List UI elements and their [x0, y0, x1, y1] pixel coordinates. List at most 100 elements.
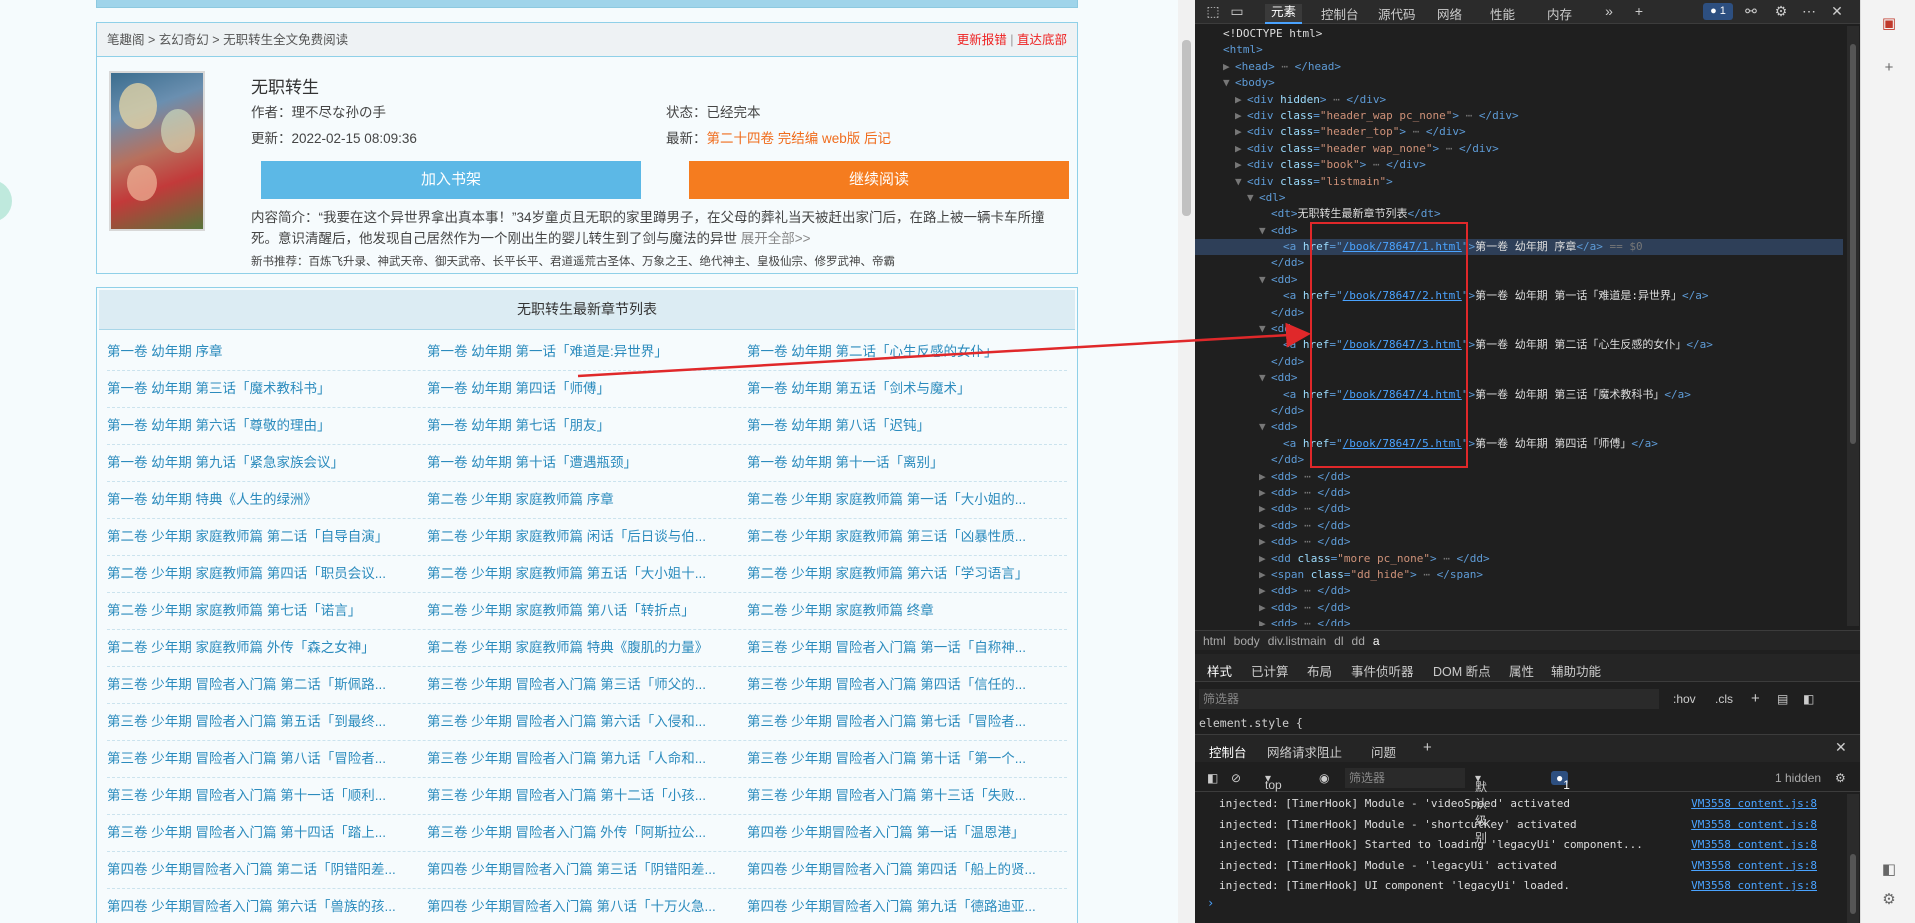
chapter-link[interactable]: 第一卷 幼年期 第五话「剑术与魔术」: [747, 371, 1067, 407]
drawer-add-icon[interactable]: +: [1423, 739, 1432, 756]
expand-caret-icon[interactable]: ▶: [1259, 501, 1271, 517]
dom-node[interactable]: ▼ <dd>: [1195, 223, 1843, 239]
chapter-link[interactable]: 第三卷 少年期 冒险者入门篇 外传「阿斯拉公...: [427, 815, 747, 851]
device-toolbar-icon[interactable]: ▭: [1229, 3, 1245, 19]
console-settings-icon[interactable]: ⚙: [1835, 771, 1846, 785]
dom-node[interactable]: </dd>: [1195, 403, 1843, 419]
chapter-link[interactable]: 第三卷 少年期 冒险者入门篇 第一话「自称神...: [747, 630, 1067, 666]
floating-widget[interactable]: [0, 180, 12, 222]
new-rule-icon[interactable]: +: [1751, 686, 1760, 712]
tab-network[interactable]: 网络: [1437, 4, 1462, 23]
chapter-link[interactable]: 第二卷 少年期 家庭教师篇 第六话「学习语言」: [747, 556, 1067, 592]
breadcrumb-category[interactable]: 玄幻奇幻: [159, 33, 209, 47]
expand-caret-icon[interactable]: ▶: [1235, 108, 1247, 124]
chapter-link[interactable]: 第三卷 少年期 冒险者入门篇 第四话「信任的...: [747, 667, 1067, 703]
expand-caret-icon[interactable]: ▼: [1223, 75, 1235, 91]
dom-node[interactable]: <html>: [1195, 42, 1843, 58]
chapter-link[interactable]: 第一卷 幼年期 第二话「心生反感的女仆」: [747, 334, 1067, 370]
dom-node[interactable]: </dd>: [1195, 452, 1843, 468]
dom-node[interactable]: ▶ <span class="dd_hide"> ⋯ </span>: [1195, 567, 1843, 583]
console-sidebar-icon[interactable]: ◧: [1207, 771, 1218, 785]
live-expression-icon[interactable]: ◉: [1319, 771, 1329, 785]
console-source-link[interactable]: VM3558 content.js:8: [1691, 835, 1817, 856]
chapter-link[interactable]: 第四卷 少年期冒险者入门篇 第八话「十万火急...: [427, 889, 747, 923]
expand-caret-icon[interactable]: ▶: [1259, 616, 1271, 626]
dom-crumb[interactable]: dd: [1352, 634, 1365, 648]
dom-node[interactable]: </dd>: [1195, 354, 1843, 370]
tab-event-listeners[interactable]: 事件侦听器: [1351, 661, 1414, 680]
log-level-select[interactable]: 默认级别 ▾: [1475, 771, 1487, 845]
context-select[interactable]: top ▾: [1265, 771, 1282, 792]
chapter-link[interactable]: 第二卷 少年期 家庭教师篇 第五话「大小姐十...: [427, 556, 747, 592]
dom-node[interactable]: ▶ <dd> ⋯ </dd>: [1195, 469, 1843, 485]
dom-node[interactable]: ▼ <dd>: [1195, 272, 1843, 288]
chapter-link[interactable]: 第一卷 幼年期 序章: [107, 334, 427, 370]
dom-node[interactable]: ▶ <dd> ⋯ </dd>: [1195, 518, 1843, 534]
chapter-link[interactable]: 第一卷 幼年期 第三话「魔术教科书」: [107, 371, 427, 407]
dom-node[interactable]: ▼ <dl>: [1195, 190, 1843, 206]
dom-crumb[interactable]: dl: [1334, 634, 1343, 648]
chapter-link[interactable]: 第二卷 少年期 家庭教师篇 第三话「凶暴性质...: [747, 519, 1067, 555]
expand-caret-icon[interactable]: ▶: [1259, 518, 1271, 534]
expand-caret-icon[interactable]: ▶: [1259, 551, 1271, 567]
dom-crumb[interactable]: a: [1373, 634, 1380, 648]
chapter-link[interactable]: 第二卷 少年期 家庭教师篇 第四话「职员会议...: [107, 556, 427, 592]
dom-node[interactable]: ▶ <div class="header_top"> ⋯ </div>: [1195, 124, 1843, 140]
breadcrumb-home[interactable]: 笔趣阁: [107, 33, 145, 47]
console-source-link[interactable]: VM3558 content.js:8: [1691, 815, 1817, 836]
dom-node[interactable]: ▶ <dd> ⋯ </dd>: [1195, 583, 1843, 599]
expand-caret-icon[interactable]: ▼: [1259, 223, 1271, 239]
chapter-link[interactable]: 第一卷 幼年期 第十一话「离别」: [747, 445, 1067, 481]
latest-chapter-link[interactable]: 第二十四卷 完结编 web版 后记: [707, 131, 892, 146]
tab-console[interactable]: 控制台: [1321, 4, 1359, 23]
continue-reading-button[interactable]: 继续阅读: [689, 161, 1069, 199]
console-prompt[interactable]: ›: [1207, 896, 1214, 910]
expand-caret-icon[interactable]: ▶: [1235, 92, 1247, 108]
expand-caret-icon[interactable]: ▶: [1235, 124, 1247, 140]
element-style-rule[interactable]: element.style {: [1199, 716, 1303, 730]
dom-node[interactable]: ▼ <dd>: [1195, 370, 1843, 386]
chapter-link[interactable]: 第四卷 少年期冒险者入门篇 第三话「阴错阳差...: [427, 852, 747, 888]
chapter-link[interactable]: 第三卷 少年期 冒险者入门篇 第五话「到最终...: [107, 704, 427, 740]
chapter-link[interactable]: 第三卷 少年期 冒险者入门篇 第十三话「失败...: [747, 778, 1067, 814]
toolbox-icon[interactable]: ▣: [1879, 14, 1899, 34]
close-devtools-icon[interactable]: ✕: [1829, 3, 1845, 19]
chapter-link[interactable]: 第二卷 少年期 家庭教师篇 第二话「自导自演」: [107, 519, 427, 555]
report-error-link[interactable]: 更新报错: [957, 33, 1007, 47]
tab-layout[interactable]: 布局: [1307, 661, 1332, 680]
chapter-link[interactable]: 第二卷 少年期 家庭教师篇 第八话「转折点」: [427, 593, 747, 629]
chapter-link[interactable]: 第四卷 少年期冒险者入门篇 第二话「阴错阳差...: [107, 852, 427, 888]
dom-node[interactable]: <a href="/book/78647/4.html">第一卷 幼年期 第三话…: [1195, 387, 1843, 403]
expand-caret-icon[interactable]: ▶: [1259, 567, 1271, 583]
more-tabs-icon[interactable]: »: [1601, 3, 1617, 19]
tab-properties[interactable]: 属性: [1509, 661, 1534, 680]
dom-node[interactable]: ▶ <div class="header wap_none"> ⋯ </div>: [1195, 141, 1843, 157]
color-format-icon[interactable]: ▤: [1777, 686, 1788, 712]
dom-node[interactable]: ▶ <head> ⋯ </head>: [1195, 59, 1843, 75]
book-cover[interactable]: [109, 71, 205, 231]
chapter-link[interactable]: 第三卷 少年期 冒险者入门篇 第二话「斯佩路...: [107, 667, 427, 703]
dom-node[interactable]: <a href="/book/78647/5.html">第一卷 幼年期 第四话…: [1195, 436, 1843, 452]
expand-caret-icon[interactable]: ▼: [1235, 174, 1247, 190]
page-scrollbar[interactable]: [1178, 0, 1195, 923]
dom-scrollbar[interactable]: [1847, 26, 1859, 626]
dom-node[interactable]: <dt>无职转生最新章节列表</dt>: [1195, 206, 1843, 222]
expand-intro-link[interactable]: 展开全部>>: [741, 231, 811, 246]
settings-icon[interactable]: ⚙: [1773, 3, 1789, 19]
page-scrollbar-thumb[interactable]: [1182, 40, 1191, 216]
dom-node[interactable]: </dd>: [1195, 255, 1843, 271]
dom-tree[interactable]: <!DOCTYPE html> <html> ▶ <head> ⋯ </head> ▼ <…: [1195, 26, 1843, 626]
dom-node[interactable]: ▶ <div hidden> ⋯ </div>: [1195, 92, 1843, 108]
chapter-link[interactable]: 第一卷 幼年期 第七话「朋友」: [427, 408, 747, 444]
console-scrollbar[interactable]: [1847, 794, 1859, 923]
chapter-link[interactable]: 第二卷 少年期 家庭教师篇 特典《腹肌的力量》: [427, 630, 747, 666]
expand-caret-icon[interactable]: ▶: [1259, 600, 1271, 616]
chapter-link[interactable]: 第三卷 少年期 冒险者入门篇 第十四话「踏上...: [107, 815, 427, 851]
dom-node[interactable]: ▶ <dd class="more pc_none"> ⋯ </dd>: [1195, 551, 1843, 567]
chapter-link[interactable]: 第二卷 少年期 家庭教师篇 闲话「后日谈与伯...: [427, 519, 747, 555]
dom-node[interactable]: ▶ <div class="header_wap pc_none"> ⋯ </di…: [1195, 108, 1843, 124]
chapter-link[interactable]: 第三卷 少年期 冒险者入门篇 第十话「第一个...: [747, 741, 1067, 777]
dom-crumb[interactable]: div.listmain: [1268, 634, 1326, 648]
chapter-link[interactable]: 第一卷 幼年期 第一话「难道是:异世界」: [427, 334, 747, 370]
chapter-link[interactable]: 第三卷 少年期 冒险者入门篇 第十二话「小孩...: [427, 778, 747, 814]
